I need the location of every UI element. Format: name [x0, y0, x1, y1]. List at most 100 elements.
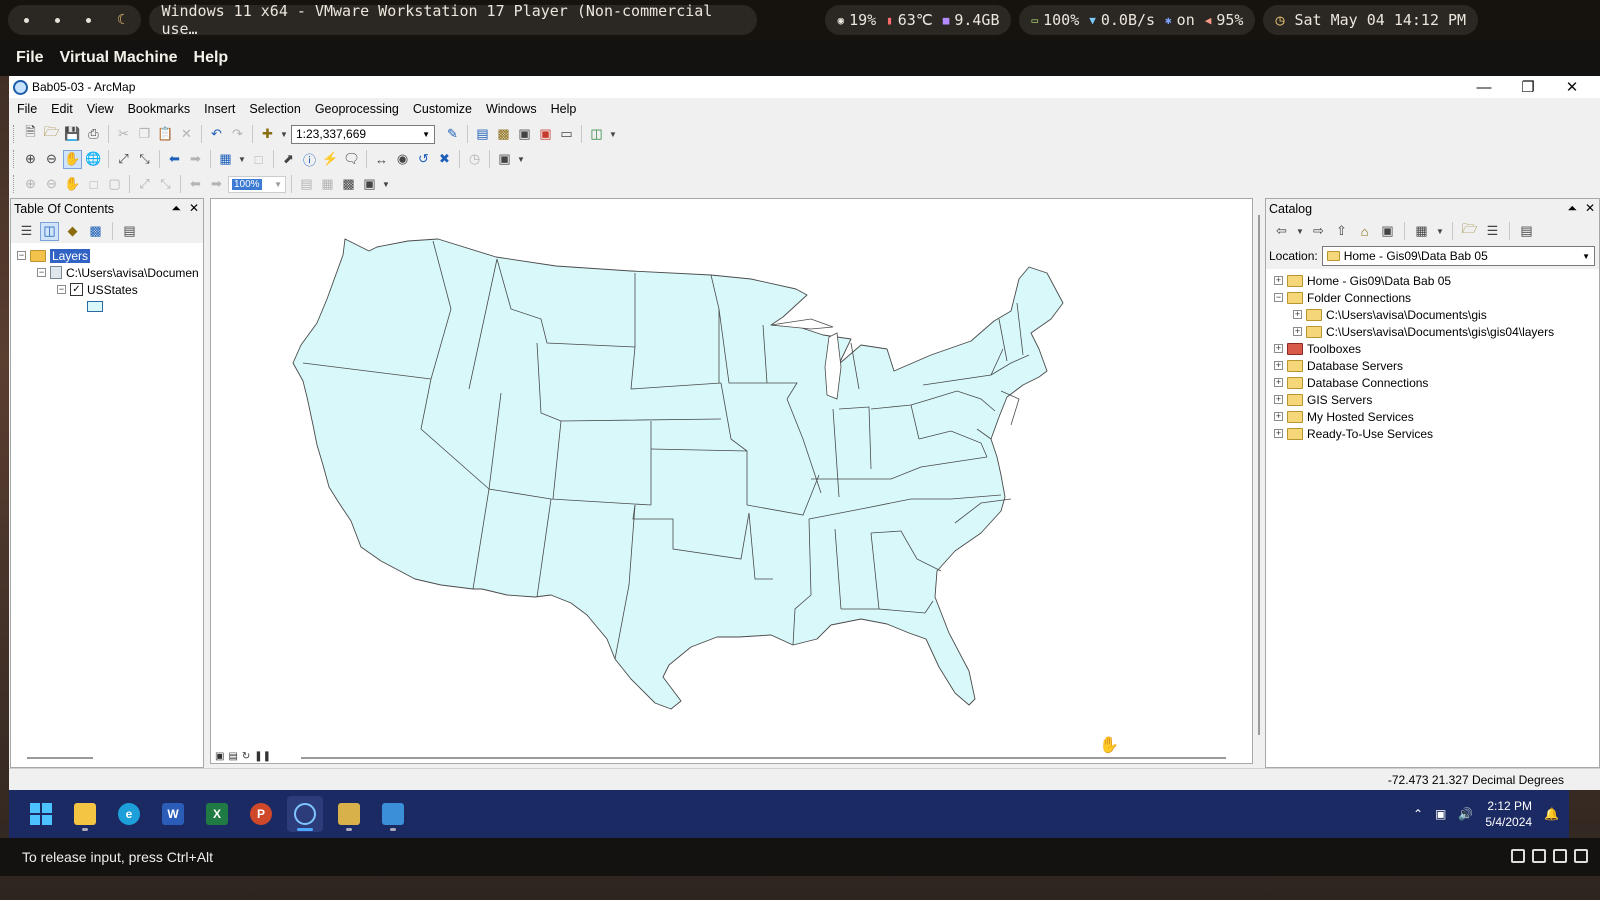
vmware-menu-virtual-machine[interactable]: Virtual Machine	[60, 49, 178, 67]
catalog-window-icon[interactable]: ▩	[494, 125, 513, 144]
zoom-in-icon[interactable]: ⊕	[21, 150, 40, 169]
menu-help[interactable]: Help	[551, 102, 577, 116]
toggle-draft-mode-icon[interactable]: ▤	[297, 175, 316, 194]
menu-selection[interactable]: Selection	[249, 102, 300, 116]
layout-pan-icon[interactable]: ✋	[63, 175, 82, 194]
catalog-options-icon[interactable]: ▤	[1517, 222, 1536, 241]
map-scale-combo[interactable]: 1:23,337,669 ▼	[291, 124, 435, 144]
pan-hand-icon[interactable]: ✋	[63, 149, 82, 169]
message-icon[interactable]	[1574, 849, 1588, 863]
menu-view[interactable]: View	[87, 102, 114, 116]
toc-options-icon[interactable]: ▤	[120, 222, 139, 241]
save-icon[interactable]: 💾	[63, 125, 82, 144]
data-view-icon[interactable]: ▣	[215, 751, 224, 762]
zoom-100-icon[interactable]: ▢	[105, 175, 124, 194]
toolbar-grip[interactable]	[13, 125, 16, 143]
full-extent-globe-icon[interactable]: 🌐	[84, 150, 103, 169]
map-vertical-scrollbar[interactable]	[1258, 215, 1260, 735]
map-data-frame[interactable]: ✋ ▣ ▤ ↻ ❚❚	[210, 198, 1260, 764]
workspace-dot[interactable]	[86, 17, 91, 23]
back-extent-icon[interactable]: ⬅	[165, 150, 184, 169]
menu-geoprocessing[interactable]: Geoprocessing	[315, 102, 399, 116]
expand-icon[interactable]: +	[1274, 276, 1283, 285]
close-icon[interactable]: ✕	[189, 201, 199, 216]
collapse-icon[interactable]: −	[57, 285, 66, 294]
pin-icon[interactable]: ⏶	[171, 201, 181, 216]
new-document-icon[interactable]: 🗎	[21, 124, 40, 144]
data-driven-pages-icon[interactable]: ▣	[360, 175, 379, 194]
model-builder-icon[interactable]: ◫	[587, 125, 606, 144]
redo-icon[interactable]: ↷	[228, 125, 247, 144]
catalog-item-home[interactable]: + Home - Gis09\Data Bab 05	[1274, 272, 1451, 289]
forward-arrow-icon[interactable]: ⇨	[1309, 222, 1328, 241]
arctoolbox-icon[interactable]: ▣	[536, 125, 555, 144]
expand-icon[interactable]: +	[1293, 310, 1302, 319]
minimize-button[interactable]: —	[1462, 76, 1506, 98]
layer-symbol-row[interactable]	[87, 298, 103, 315]
polygon-symbol-swatch[interactable]	[87, 301, 103, 312]
expand-icon[interactable]: +	[1274, 344, 1283, 353]
refresh-icon[interactable]: ↻	[242, 751, 250, 762]
menu-insert[interactable]: Insert	[204, 102, 235, 116]
list-by-selection-icon[interactable]: ▩	[86, 222, 105, 241]
app-taskbar-button[interactable]	[375, 796, 411, 832]
zoom-out-icon[interactable]: ⊖	[42, 150, 61, 169]
catalog-item-database-servers[interactable]: + Database Servers	[1274, 357, 1403, 374]
time-slider-icon[interactable]: ◷	[465, 150, 484, 169]
new-folder-icon[interactable]: 🗁	[1460, 221, 1479, 241]
cut-icon[interactable]: ✂	[114, 125, 133, 144]
close-icon[interactable]: ✕	[1585, 201, 1595, 216]
connect-folder-icon[interactable]: ▣	[1378, 222, 1397, 241]
menu-bookmarks[interactable]: Bookmarks	[128, 102, 191, 116]
select-features-icon[interactable]: ▦	[216, 150, 235, 169]
vmware-menu-help[interactable]: Help	[194, 49, 229, 67]
up-one-level-icon[interactable]: ⇧	[1332, 222, 1351, 241]
toolbar-options-icon[interactable]: ▼	[381, 175, 391, 194]
add-data-icon[interactable]: ✚	[258, 125, 277, 144]
catalog-item-folder-connections[interactable]: − Folder Connections	[1274, 289, 1411, 306]
focus-data-frame-icon[interactable]: ▦	[318, 175, 337, 194]
expand-icon[interactable]: +	[1274, 361, 1283, 370]
find-binoculars-icon[interactable]: ◉	[393, 150, 412, 169]
list-by-source-icon[interactable]: ◫	[40, 221, 59, 241]
menu-edit[interactable]: Edit	[51, 102, 73, 116]
tree-node-layers[interactable]: − Layers	[17, 247, 91, 264]
forward-extent-icon[interactable]: ➡	[186, 150, 205, 169]
catalog-item-layers-folder[interactable]: + C:\Users\avisa\Documents\gis\gis04\lay…	[1293, 323, 1554, 340]
menu-file[interactable]: File	[17, 102, 37, 116]
usb-device-icon[interactable]	[1553, 849, 1567, 863]
workspace-dot[interactable]	[24, 17, 29, 23]
map-horizontal-scrollbar[interactable]	[301, 757, 1226, 759]
expand-icon[interactable]: +	[1274, 412, 1283, 421]
restore-button[interactable]: ❐	[1506, 76, 1550, 98]
excel-taskbar-button[interactable]: X	[199, 796, 235, 832]
pin-icon[interactable]: ⏶	[1567, 201, 1577, 216]
conterminous-us-outline[interactable]	[292, 238, 1064, 710]
layers-label[interactable]: Layers	[50, 248, 91, 263]
network-icon[interactable]: ▣	[1435, 807, 1446, 821]
layout-zoom-in-icon[interactable]: ⊕	[21, 175, 40, 194]
chevron-up-icon[interactable]: ⌃	[1413, 807, 1423, 821]
edge-taskbar-button[interactable]: e	[111, 796, 147, 832]
vmware-menu-file[interactable]: File	[16, 49, 44, 67]
location-combo[interactable]: Home - Gis09\Data Bab 05 ▼	[1321, 246, 1595, 266]
start-button[interactable]	[23, 796, 59, 832]
tree-node-usstates[interactable]: − ✓ USStates	[57, 281, 138, 298]
toolbar-options-icon[interactable]: ▼	[608, 125, 618, 144]
print-icon[interactable]: ⎙	[84, 125, 103, 144]
views-icon[interactable]: ▦	[1412, 222, 1431, 241]
add-data-dropdown-icon[interactable]: ▼	[279, 125, 289, 144]
views-dropdown-icon[interactable]: ▼	[1435, 222, 1445, 241]
undo-icon[interactable]: ↶	[207, 125, 226, 144]
fixed-zoom-out-icon[interactable]: ⤡	[135, 150, 154, 169]
list-by-visibility-icon[interactable]: ◆	[63, 222, 82, 241]
layout-zoom-out-icon[interactable]: ⊖	[42, 175, 61, 194]
hard-disk-icon[interactable]	[1511, 849, 1525, 863]
toggle-tree-icon[interactable]: ☰	[1483, 222, 1502, 241]
catalog-item-toolboxes[interactable]: + Toolboxes	[1274, 340, 1361, 357]
file-explorer-taskbar-button[interactable]	[67, 796, 103, 832]
taskbar-clock[interactable]: 2:12 PM 5/4/2024	[1485, 798, 1532, 830]
back-dropdown-icon[interactable]: ▼	[1295, 222, 1305, 241]
back-arrow-icon[interactable]: ⇦	[1272, 222, 1291, 241]
hyperlink-icon[interactable]: ⚡	[321, 150, 340, 169]
